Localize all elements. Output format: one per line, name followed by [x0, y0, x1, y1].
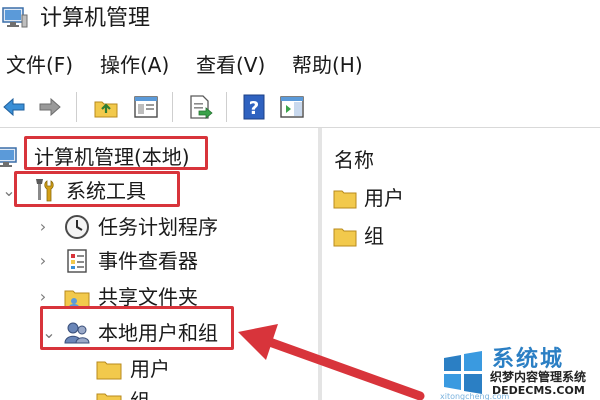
up-folder-icon[interactable]	[92, 93, 120, 121]
folder-icon	[94, 354, 124, 384]
help-icon[interactable]: ?	[240, 93, 268, 121]
annotation-box-local-users	[40, 306, 234, 350]
show-hide-tree-icon[interactable]	[132, 93, 160, 121]
watermark-line1: 织梦内容管理系统	[490, 370, 587, 384]
back-arrow-icon[interactable]	[0, 93, 28, 121]
folder-icon	[332, 184, 358, 212]
toolbar-separator	[76, 92, 77, 122]
chevron-right-icon[interactable]: ›	[36, 287, 50, 307]
tree-label-task-scheduler: 任务计划程序	[98, 215, 218, 239]
toolbar-separator	[226, 92, 227, 122]
tree-label-groups: 组	[130, 386, 150, 400]
toolbar-separator	[172, 92, 173, 122]
list-item[interactable]: 用户	[332, 182, 532, 216]
title-bar: 计算机管理	[0, 0, 600, 40]
svg-text:?: ?	[249, 98, 259, 119]
folder-icon	[94, 386, 124, 400]
menu-file[interactable]: 文件(F)	[6, 51, 73, 79]
watermark: 系统城 织梦内容管理系统 DEDECMS.COM xitongcheng.com	[440, 348, 600, 400]
annotation-box-system-tools	[14, 171, 180, 207]
forward-arrow-icon[interactable]	[36, 93, 64, 121]
list-item[interactable]: 组	[332, 220, 532, 254]
tree-node-task-scheduler[interactable]: › 任务计划程序	[0, 208, 300, 246]
watermark-brand: 系统城	[492, 347, 565, 372]
toolbar: ?	[0, 86, 600, 128]
action-pane-icon[interactable]	[278, 93, 306, 121]
event-viewer-icon	[62, 246, 92, 276]
list-item-label: 用户	[364, 186, 404, 210]
computer-management-icon	[0, 142, 24, 172]
annotation-box-root	[24, 136, 208, 170]
export-list-icon[interactable]	[186, 93, 214, 121]
computer-management-icon	[2, 7, 28, 29]
menu-help[interactable]: 帮助(H)	[292, 51, 363, 79]
watermark-logo-icon	[440, 350, 486, 396]
window-title: 计算机管理	[40, 6, 151, 31]
tree-label-users: 用户	[130, 357, 170, 381]
menu-bar: 文件(F) 操作(A) 查看(V) 帮助(H)	[0, 46, 600, 84]
tree-node-event-viewer[interactable]: › 事件查看器	[0, 242, 300, 280]
menu-view[interactable]: 查看(V)	[196, 51, 265, 79]
menu-action[interactable]: 操作(A)	[100, 51, 169, 79]
annotation-arrow	[238, 324, 425, 400]
watermark-url: xitongcheng.com	[440, 392, 510, 400]
chevron-right-icon[interactable]: ›	[36, 251, 50, 271]
folder-icon	[332, 222, 358, 250]
list-item-label: 组	[364, 224, 384, 248]
tree-label-event-viewer: 事件查看器	[98, 249, 198, 273]
chevron-right-icon[interactable]: ›	[36, 217, 50, 237]
clock-icon	[62, 212, 92, 242]
column-header-name[interactable]: 名称	[334, 146, 374, 174]
